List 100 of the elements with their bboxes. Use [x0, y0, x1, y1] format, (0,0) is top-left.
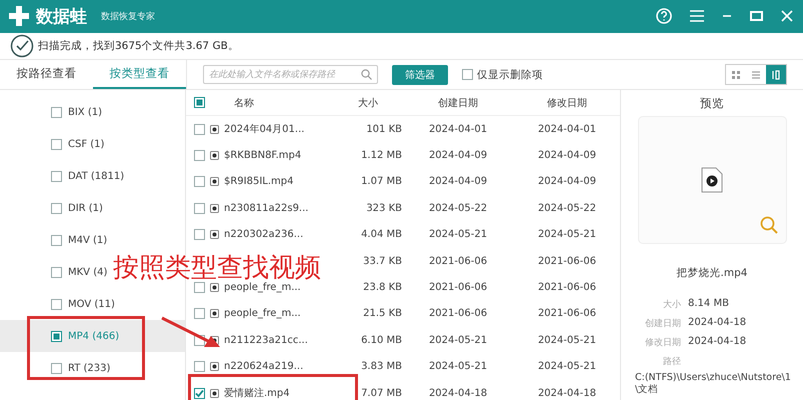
modified-date: 2024-04-01 [536, 124, 598, 135]
video-file-icon [210, 124, 219, 134]
modified-date: 2024-05-21 [536, 361, 598, 372]
created-date: 2024-05-21 [428, 361, 488, 372]
zoom-icon[interactable] [760, 216, 778, 234]
column-header: 名称 [234, 96, 254, 110]
file-type-label: MKV (4) [68, 266, 108, 278]
file-name: n220624a219... [224, 361, 304, 372]
created-date: 2024-04-01 [428, 124, 488, 135]
video-file-icon [701, 167, 723, 193]
file-type-label: M4V (1) [68, 234, 108, 246]
preview-title: 预览 [700, 96, 724, 111]
file-type-item[interactable]: BIX (1) [46, 100, 108, 124]
file-name: people_fre_m... [224, 308, 301, 320]
close-icon[interactable] [781, 10, 793, 22]
modified-date: 2024-04-09 [536, 176, 598, 188]
created-date: 2021-06-06 [428, 308, 488, 320]
checkbox[interactable] [51, 266, 62, 278]
video-file-icon [210, 177, 219, 186]
video-file-icon [210, 151, 219, 160]
file-name: $RKBBN8F.mp4 [224, 150, 302, 162]
preview-file-name: 把梦烧光.mp4 [676, 266, 748, 280]
view-tab[interactable]: 按类型查看 [93, 60, 186, 89]
list-view-icon [751, 70, 761, 80]
video-file-icon [210, 230, 219, 240]
detail-value: 2024-04-18 [688, 336, 748, 349]
file-size: 4.04 MB [360, 229, 402, 240]
checkbox[interactable] [51, 106, 62, 118]
checkbox[interactable] [51, 298, 62, 310]
column-header: 大小 [357, 96, 379, 110]
app-subtitle: 数据恢复专家 [101, 10, 155, 23]
created-date: 2024-05-22 [428, 202, 488, 214]
file-size: 33.7 KB [362, 256, 402, 267]
maximize-icon[interactable] [750, 11, 763, 22]
checkbox-label: 仅显示删除项 [477, 68, 543, 82]
file-type-label: CSF (1) [68, 138, 104, 150]
checkbox[interactable] [51, 234, 62, 246]
menu-icon[interactable] [690, 10, 704, 22]
detail-value: 2024-04-18 [688, 317, 748, 330]
modified-date: 2021-06-06 [536, 308, 598, 320]
detail-view-icon [771, 70, 781, 80]
checkbox[interactable] [194, 97, 205, 108]
search-field[interactable]: 在此处输入文件名称或保存路径 [203, 65, 378, 84]
created-date: 2024-05-21 [428, 229, 488, 240]
checkbox[interactable] [462, 69, 473, 80]
video-file-icon [210, 362, 219, 372]
created-date: 2024-04-09 [428, 150, 488, 162]
checkbox[interactable] [194, 308, 205, 320]
file-name: n220302a236... [224, 229, 304, 240]
modified-date: 2024-05-21 [536, 334, 598, 346]
created-date: 2024-05-21 [428, 334, 488, 346]
checkbox[interactable] [194, 124, 205, 135]
video-file-icon [210, 388, 219, 398]
file-name: people_fre_m... [224, 282, 301, 294]
plus-logo-icon [8, 5, 30, 28]
file-type-item[interactable]: CSF (1) [46, 132, 110, 156]
file-type-item[interactable]: MKV (4) [46, 260, 112, 284]
file-type-item[interactable]: MOV (11) [46, 292, 120, 316]
file-size: 1.12 MB [360, 150, 402, 162]
checkbox[interactable] [51, 362, 62, 374]
file-size: 6.10 MB [360, 334, 402, 346]
checkbox[interactable] [194, 229, 205, 240]
checkbox[interactable] [194, 202, 205, 214]
file-type-item[interactable]: RT (233) [46, 356, 116, 380]
file-type-label: BIX (1) [68, 106, 102, 118]
detail-value: 8.14 MB [688, 298, 730, 311]
modified-date: 2024-05-22 [536, 202, 598, 214]
checkbox[interactable] [194, 150, 205, 162]
app-name: 数据蛙 [36, 6, 87, 28]
file-name: n230811a22s9... [224, 202, 308, 214]
file-size: 23.8 KB [362, 282, 402, 294]
modified-date: 2021-06-06 [536, 282, 598, 294]
filter-button[interactable]: 筛选器 [392, 64, 448, 85]
help-icon[interactable] [656, 8, 672, 24]
checkbox[interactable] [194, 361, 205, 372]
file-name: 2024年04月01... [224, 123, 304, 136]
view-tab[interactable]: 按路径查看 [0, 60, 93, 89]
file-type-item[interactable]: DAT (1811) [46, 164, 130, 188]
detail-label: 路径 [662, 356, 681, 368]
created-date: 2024-04-18 [428, 388, 488, 399]
checkbox[interactable] [51, 170, 62, 182]
file-type-item[interactable]: M4V (1) [46, 228, 112, 252]
checkbox[interactable] [194, 176, 205, 188]
file-type-item[interactable]: DIR (1) [46, 196, 108, 220]
video-file-icon [210, 283, 219, 292]
checkbox[interactable] [194, 282, 205, 294]
modified-date: 2024-04-09 [536, 150, 598, 162]
checkmark-circle-icon [10, 34, 34, 58]
annotation-caption: 按照类型查找视频 [113, 255, 321, 281]
file-type-label: MOV (11) [68, 298, 115, 310]
file-type-label: MP4 (466) [68, 330, 120, 342]
file-type-label: DIR (1) [68, 202, 103, 214]
file-size: 21.5 KB [362, 308, 402, 320]
checkbox[interactable] [51, 138, 62, 150]
checkbox[interactable] [194, 388, 205, 399]
file-name: n211223a21cc... [224, 334, 308, 346]
modified-date: 2021-06-06 [536, 256, 598, 267]
detail-view-button[interactable] [766, 65, 786, 84]
checkbox[interactable] [51, 330, 62, 342]
checkbox[interactable] [51, 202, 62, 214]
